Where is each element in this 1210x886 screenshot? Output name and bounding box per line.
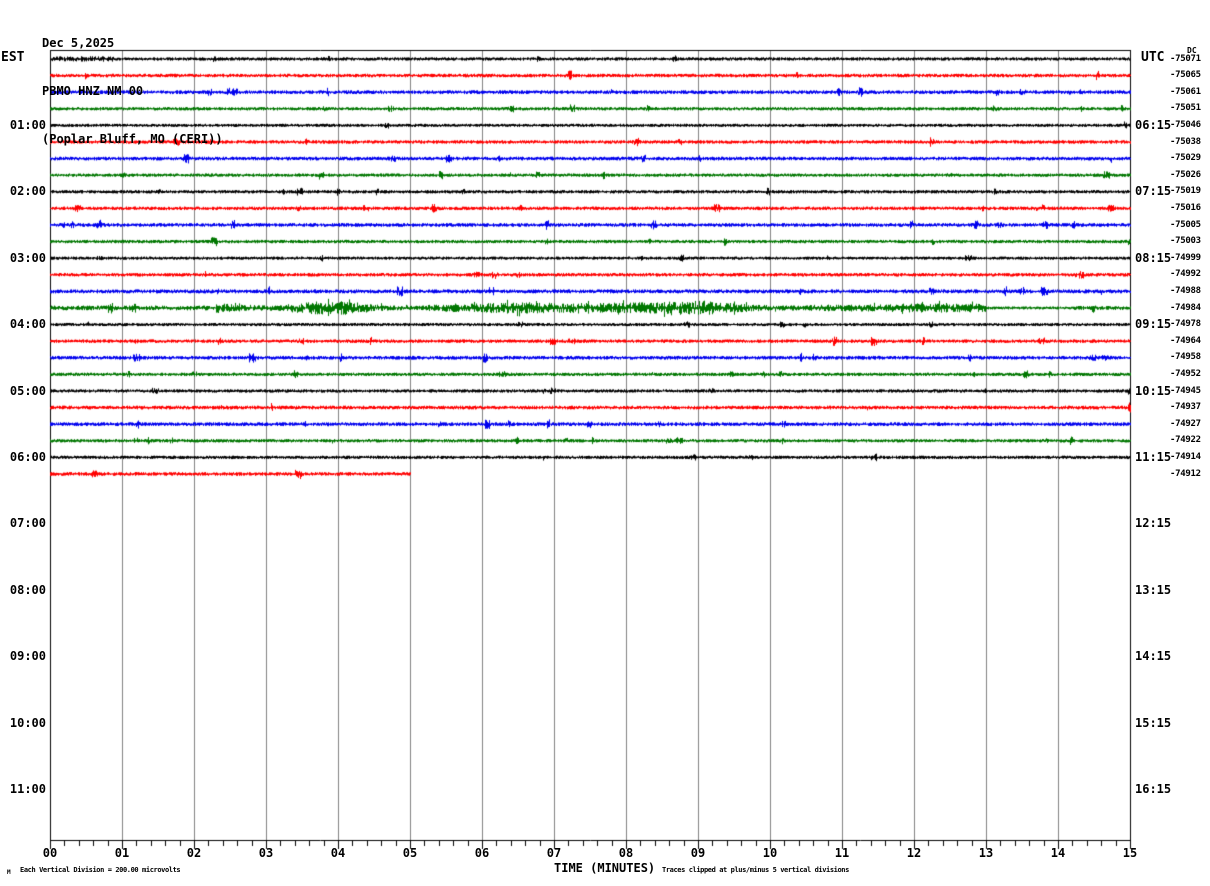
trace-count-value: -75005	[1170, 219, 1201, 230]
right-hour-label: 14:15	[1135, 649, 1172, 664]
right-hour-label: 16:15	[1135, 781, 1172, 796]
x-axis-tick-label: 00	[42, 846, 58, 860]
x-axis-tick-label: 02	[186, 846, 202, 860]
left-hour-label: 04:00	[9, 317, 46, 332]
trace-count-value: -75046	[1170, 119, 1201, 130]
trace-count-value: -74922	[1170, 435, 1201, 446]
x-axis-tick-label: 06	[474, 846, 490, 860]
left-hour-label: 09:00	[9, 649, 46, 664]
x-axis-tick-label: 07	[546, 846, 562, 860]
left-hour-label: 06:00	[9, 449, 46, 464]
title-date: Dec 5,2025	[42, 36, 115, 50]
right-timezone-label: UTC	[1141, 50, 1165, 65]
left-timezone-label: EST	[1, 50, 25, 65]
trace-count-value: -75003	[1170, 236, 1201, 247]
left-hour-label: 07:00	[9, 516, 46, 531]
x-axis-tick-label: 08	[618, 846, 634, 860]
helicorder-screen: Dec 5,2025 PBMO HNZ NM 00 (Poplar Bluff,…	[0, 0, 1210, 886]
trace-count-value: -74964	[1170, 335, 1201, 346]
left-hour-label: 03:00	[9, 250, 46, 265]
trace-count-value: -75026	[1170, 169, 1201, 180]
trace-count-value: -74978	[1170, 319, 1201, 330]
trace-count-value: -74999	[1170, 252, 1201, 263]
left-hour-label: 02:00	[9, 184, 46, 199]
left-hour-label: 01:00	[9, 117, 46, 132]
x-axis-tick-label: 04	[330, 846, 346, 860]
trace-count-value: -75038	[1170, 136, 1201, 147]
x-axis-tick-label: 03	[258, 846, 274, 860]
left-hour-label: 10:00	[9, 715, 46, 730]
title-block: Dec 5,2025 PBMO HNZ NM 00 (Poplar Bluff,…	[42, 3, 223, 179]
trace-count-value: -75029	[1170, 153, 1201, 164]
trace-count-value: -75051	[1170, 103, 1201, 114]
trace-count-value: -75061	[1170, 86, 1201, 97]
trace-count-value: -74992	[1170, 269, 1201, 280]
footer-scale-note: Each Vertical Division = 200.00 microvol…	[20, 866, 181, 874]
trace-count-value: -75016	[1170, 202, 1201, 213]
right-hour-label: 15:15	[1135, 715, 1172, 730]
x-axis-tick-label: 12	[906, 846, 922, 860]
title-location: (Poplar Bluff, MO (CERI))	[42, 132, 223, 146]
trace-count-value: -74958	[1170, 352, 1201, 363]
trace-count-value: -74927	[1170, 418, 1201, 429]
trace-count-value: -74937	[1170, 402, 1201, 413]
x-axis-tick-label: 05	[402, 846, 418, 860]
trace-count-value: -75019	[1170, 186, 1201, 197]
trace-count-value: -74988	[1170, 285, 1201, 296]
left-hour-label: 08:00	[9, 582, 46, 597]
trace-count-value: -74912	[1170, 468, 1201, 479]
x-axis-tick-label: 14	[1050, 846, 1066, 860]
x-axis-title: TIME (MINUTES)	[554, 861, 656, 875]
trace-count-value: -74984	[1170, 302, 1201, 313]
left-hour-label: 05:00	[9, 383, 46, 398]
x-axis-tick-label: 01	[114, 846, 130, 860]
x-axis-tick-label: 10	[762, 846, 778, 860]
x-axis-tick-label: 15	[1122, 846, 1138, 860]
x-axis-tick-label: 09	[690, 846, 706, 860]
right-hour-label: 13:15	[1135, 582, 1172, 597]
trace-count-value: -75065	[1170, 70, 1201, 81]
trace-count-value: -75071	[1170, 53, 1201, 64]
trace-count-value: -74914	[1170, 451, 1201, 462]
footer-clip-note: Traces clipped at plus/minus 5 vertical …	[662, 866, 849, 874]
trace-count-value: -74952	[1170, 368, 1201, 379]
x-axis-tick-label: 13	[978, 846, 994, 860]
title-station: PBMO HNZ NM 00	[42, 84, 144, 98]
x-axis-tick-label: 11	[834, 846, 850, 860]
right-hour-label: 12:15	[1135, 516, 1172, 531]
left-hour-label: 11:00	[9, 781, 46, 796]
trace-count-value: -74945	[1170, 385, 1201, 396]
footer-corner-mark: M	[7, 869, 11, 876]
